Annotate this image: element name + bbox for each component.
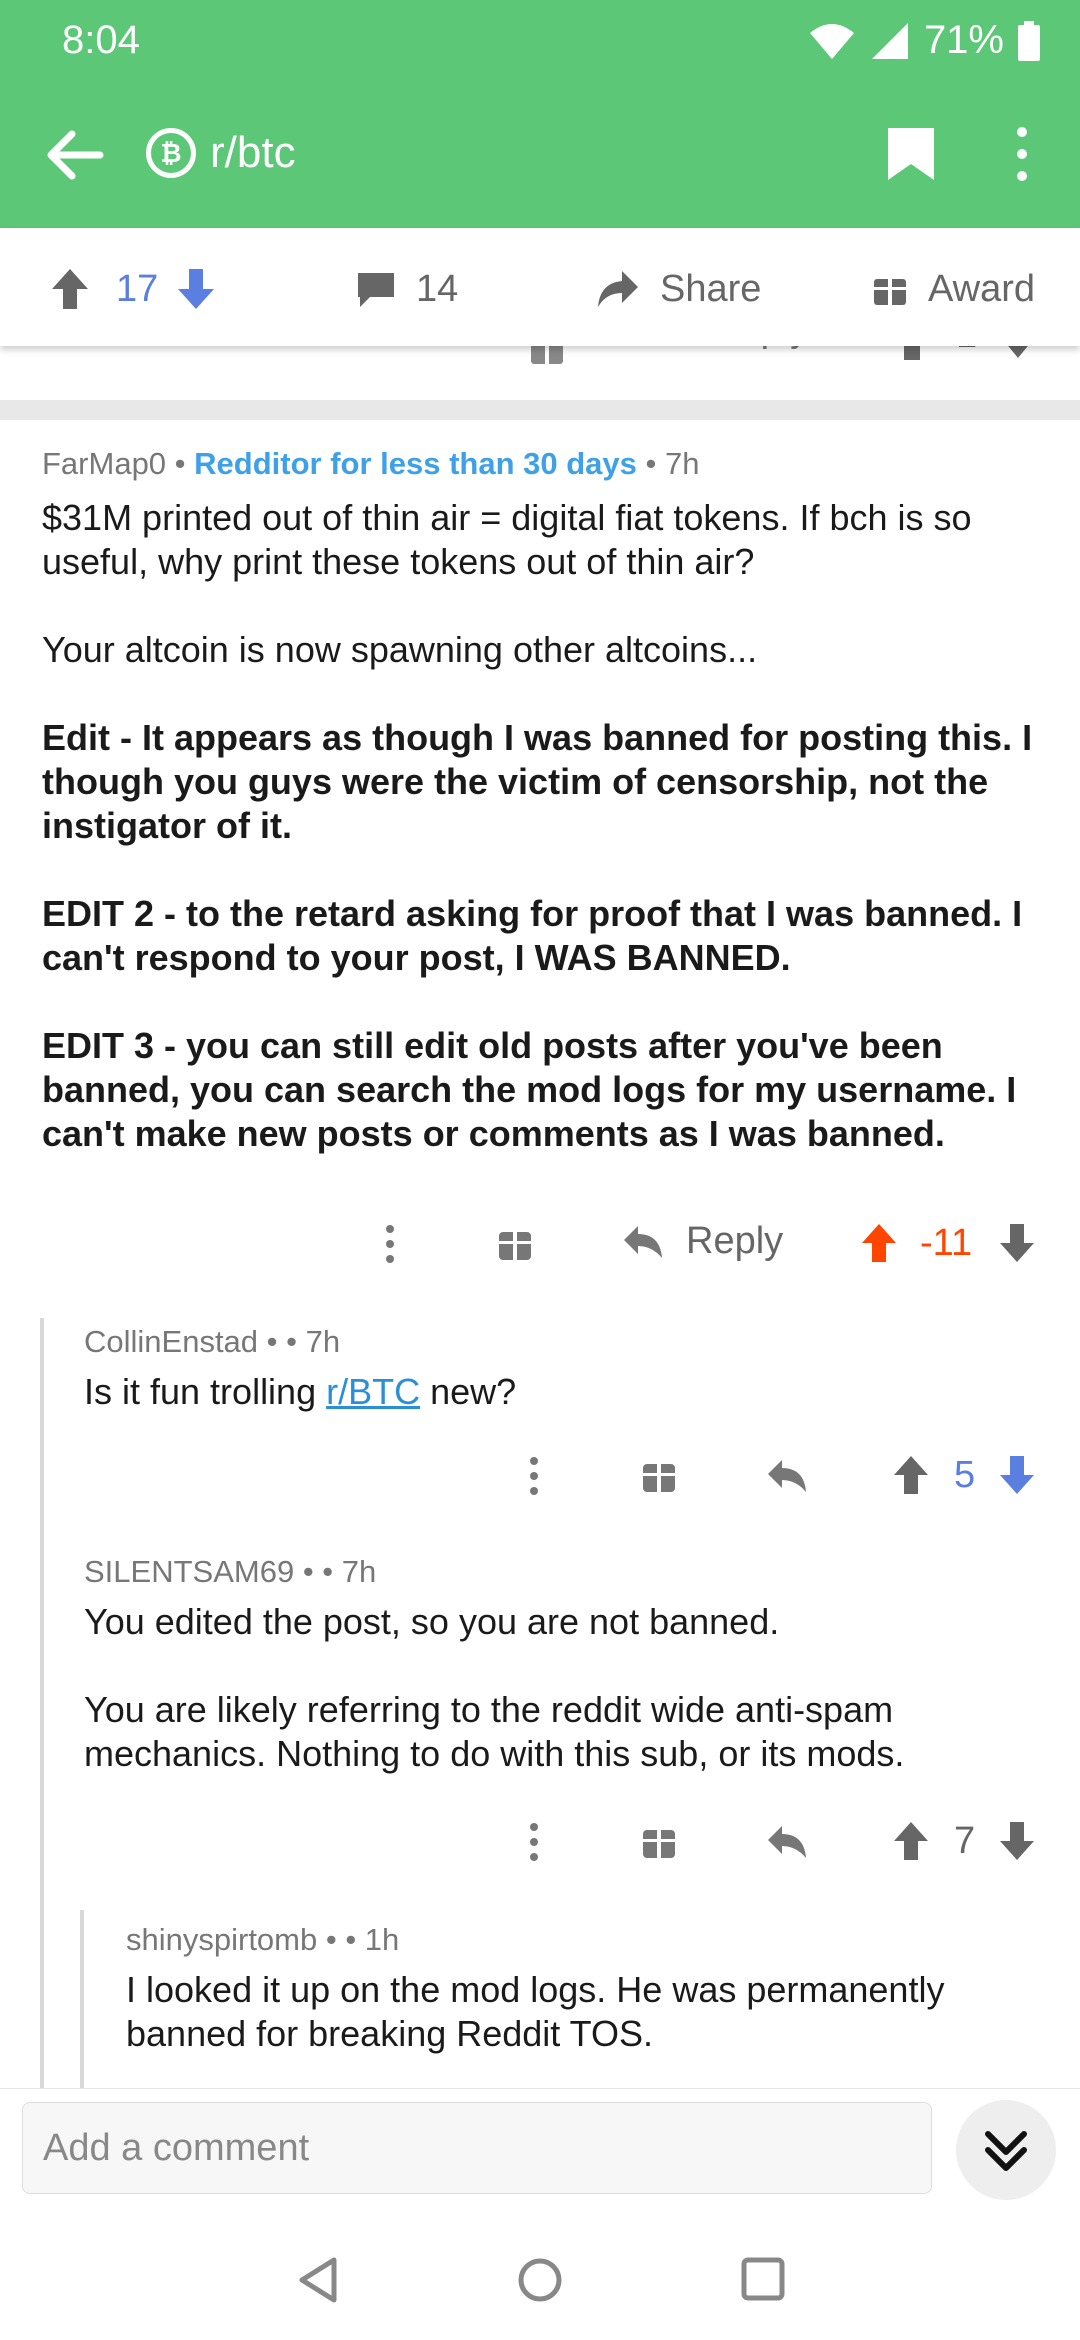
bookmark-icon[interactable] <box>886 126 936 182</box>
comment-paragraph: Edit - It appears as though I was banned… <box>42 717 1033 846</box>
gift-icon[interactable] <box>642 1824 676 1860</box>
post-vote-group: 17 <box>50 262 216 316</box>
comment-time: 7h <box>305 1324 341 1359</box>
comment-paragraph: Your altcoin is now spawning other altco… <box>42 629 758 670</box>
reply-button[interactable]: Reply <box>622 1220 783 1263</box>
nav-recents-icon[interactable] <box>740 2256 786 2302</box>
back-arrow-icon[interactable] <box>40 120 110 190</box>
nav-back-icon[interactable] <box>296 2256 340 2304</box>
post-score: 17 <box>116 267 159 310</box>
more-options-icon[interactable] <box>528 1822 540 1862</box>
nav-home-icon[interactable] <box>516 2256 564 2304</box>
comment-score: -11 <box>920 1222 973 1264</box>
comment-meta: SILENTSAM69 • • 7h <box>84 1554 377 1589</box>
downvote-icon[interactable] <box>998 1222 1036 1264</box>
reply-arrow-icon[interactable] <box>766 1822 808 1862</box>
share-button[interactable]: Share <box>596 262 761 316</box>
comment-score: 7 <box>954 1820 976 1862</box>
comment-author[interactable]: CollinEnstad <box>84 1324 258 1359</box>
wifi-icon <box>809 23 854 59</box>
upvote-icon[interactable] <box>860 1222 898 1264</box>
upvote-icon[interactable] <box>892 1820 930 1862</box>
comment-body: $31M printed out of thin air = digital f… <box>42 496 1042 1156</box>
author-flair: Redditor for less than 30 days <box>194 446 637 481</box>
comment-meta: FarMap0 • Redditor for less than 30 days… <box>42 446 700 481</box>
downvote-icon[interactable] <box>998 1454 1036 1496</box>
thread-line <box>40 1318 44 2088</box>
comment-paragraph: You are likely referring to the reddit w… <box>84 1689 905 1774</box>
comment-time: 1h <box>364 1922 400 1957</box>
double-chevron-down-icon <box>985 2131 1027 2171</box>
comment-author[interactable]: FarMap0 <box>42 446 166 481</box>
comment-paragraph: I looked it up on the mod logs. He was p… <box>126 1969 945 2054</box>
downvote-icon[interactable] <box>998 1820 1036 1862</box>
comment-meta: CollinEnstad • • 7h <box>84 1324 341 1359</box>
comment-paragraph: You edited the post, so you are not bann… <box>84 1601 780 1642</box>
status-time: 8:04 <box>62 18 140 62</box>
more-options-icon[interactable] <box>384 1224 396 1264</box>
comment-time: 7h <box>664 446 700 481</box>
comment-time: 7h <box>341 1554 377 1589</box>
share-arrow-icon <box>598 271 638 307</box>
comment-score: 5 <box>954 1454 976 1496</box>
comment-bubble-icon <box>358 273 394 307</box>
system-navigation-bar <box>0 2212 1080 2340</box>
upvote-icon[interactable] <box>892 1454 930 1496</box>
reply-arrow-icon <box>624 1225 662 1258</box>
subreddit-title[interactable]: r/btc <box>210 128 296 178</box>
more-options-icon[interactable] <box>1010 124 1034 184</box>
comment-meta: shinyspirtomb • • 1h <box>126 1922 400 1957</box>
award-button[interactable]: Award <box>872 262 1035 316</box>
award-label: Award <box>928 267 1036 310</box>
comment-text: Is it fun trolling <box>84 1371 327 1412</box>
comment-body: I looked it up on the mod logs. He was p… <box>126 1968 1006 2056</box>
gift-icon[interactable] <box>642 1458 676 1494</box>
status-icons: 71% <box>808 18 1040 63</box>
signal-icon <box>871 22 908 59</box>
comments-button[interactable]: 14 <box>356 262 458 316</box>
comment-author[interactable]: shinyspirtomb <box>126 1922 317 1957</box>
gift-icon <box>874 275 906 305</box>
gift-icon[interactable] <box>498 1226 532 1262</box>
battery-percent: 71% <box>923 18 1004 62</box>
upvote-icon[interactable] <box>50 267 90 311</box>
thread-line <box>80 1910 84 2088</box>
section-divider <box>0 400 1080 420</box>
comment-paragraph: EDIT 3 - you can still edit old posts af… <box>42 1025 1017 1154</box>
more-options-icon[interactable] <box>528 1456 540 1496</box>
subreddit-link[interactable]: r/BTC <box>326 1371 420 1412</box>
add-comment-input[interactable]: Add a comment <box>22 2102 932 2194</box>
downvote-icon[interactable] <box>176 267 216 311</box>
comment-body: You edited the post, so you are not bann… <box>84 1600 984 1776</box>
jump-down-button[interactable] <box>956 2100 1056 2200</box>
battery-icon <box>1018 20 1040 61</box>
share-label: Share <box>660 267 762 310</box>
comment-count: 14 <box>416 267 459 310</box>
comment-body: Is it fun trolling r/BTC new? <box>84 1370 1044 1414</box>
comment-paragraph: EDIT 2 - to the retard asking for proof … <box>42 893 1023 978</box>
comment-paragraph: $31M printed out of thin air = digital f… <box>42 497 972 582</box>
reply-label: Reply <box>686 1220 784 1262</box>
comment-text: new? <box>420 1371 517 1412</box>
subreddit-icon: ₿ <box>146 128 196 178</box>
comment-author[interactable]: SILENTSAM69 <box>84 1554 294 1589</box>
reply-arrow-icon[interactable] <box>766 1456 808 1496</box>
